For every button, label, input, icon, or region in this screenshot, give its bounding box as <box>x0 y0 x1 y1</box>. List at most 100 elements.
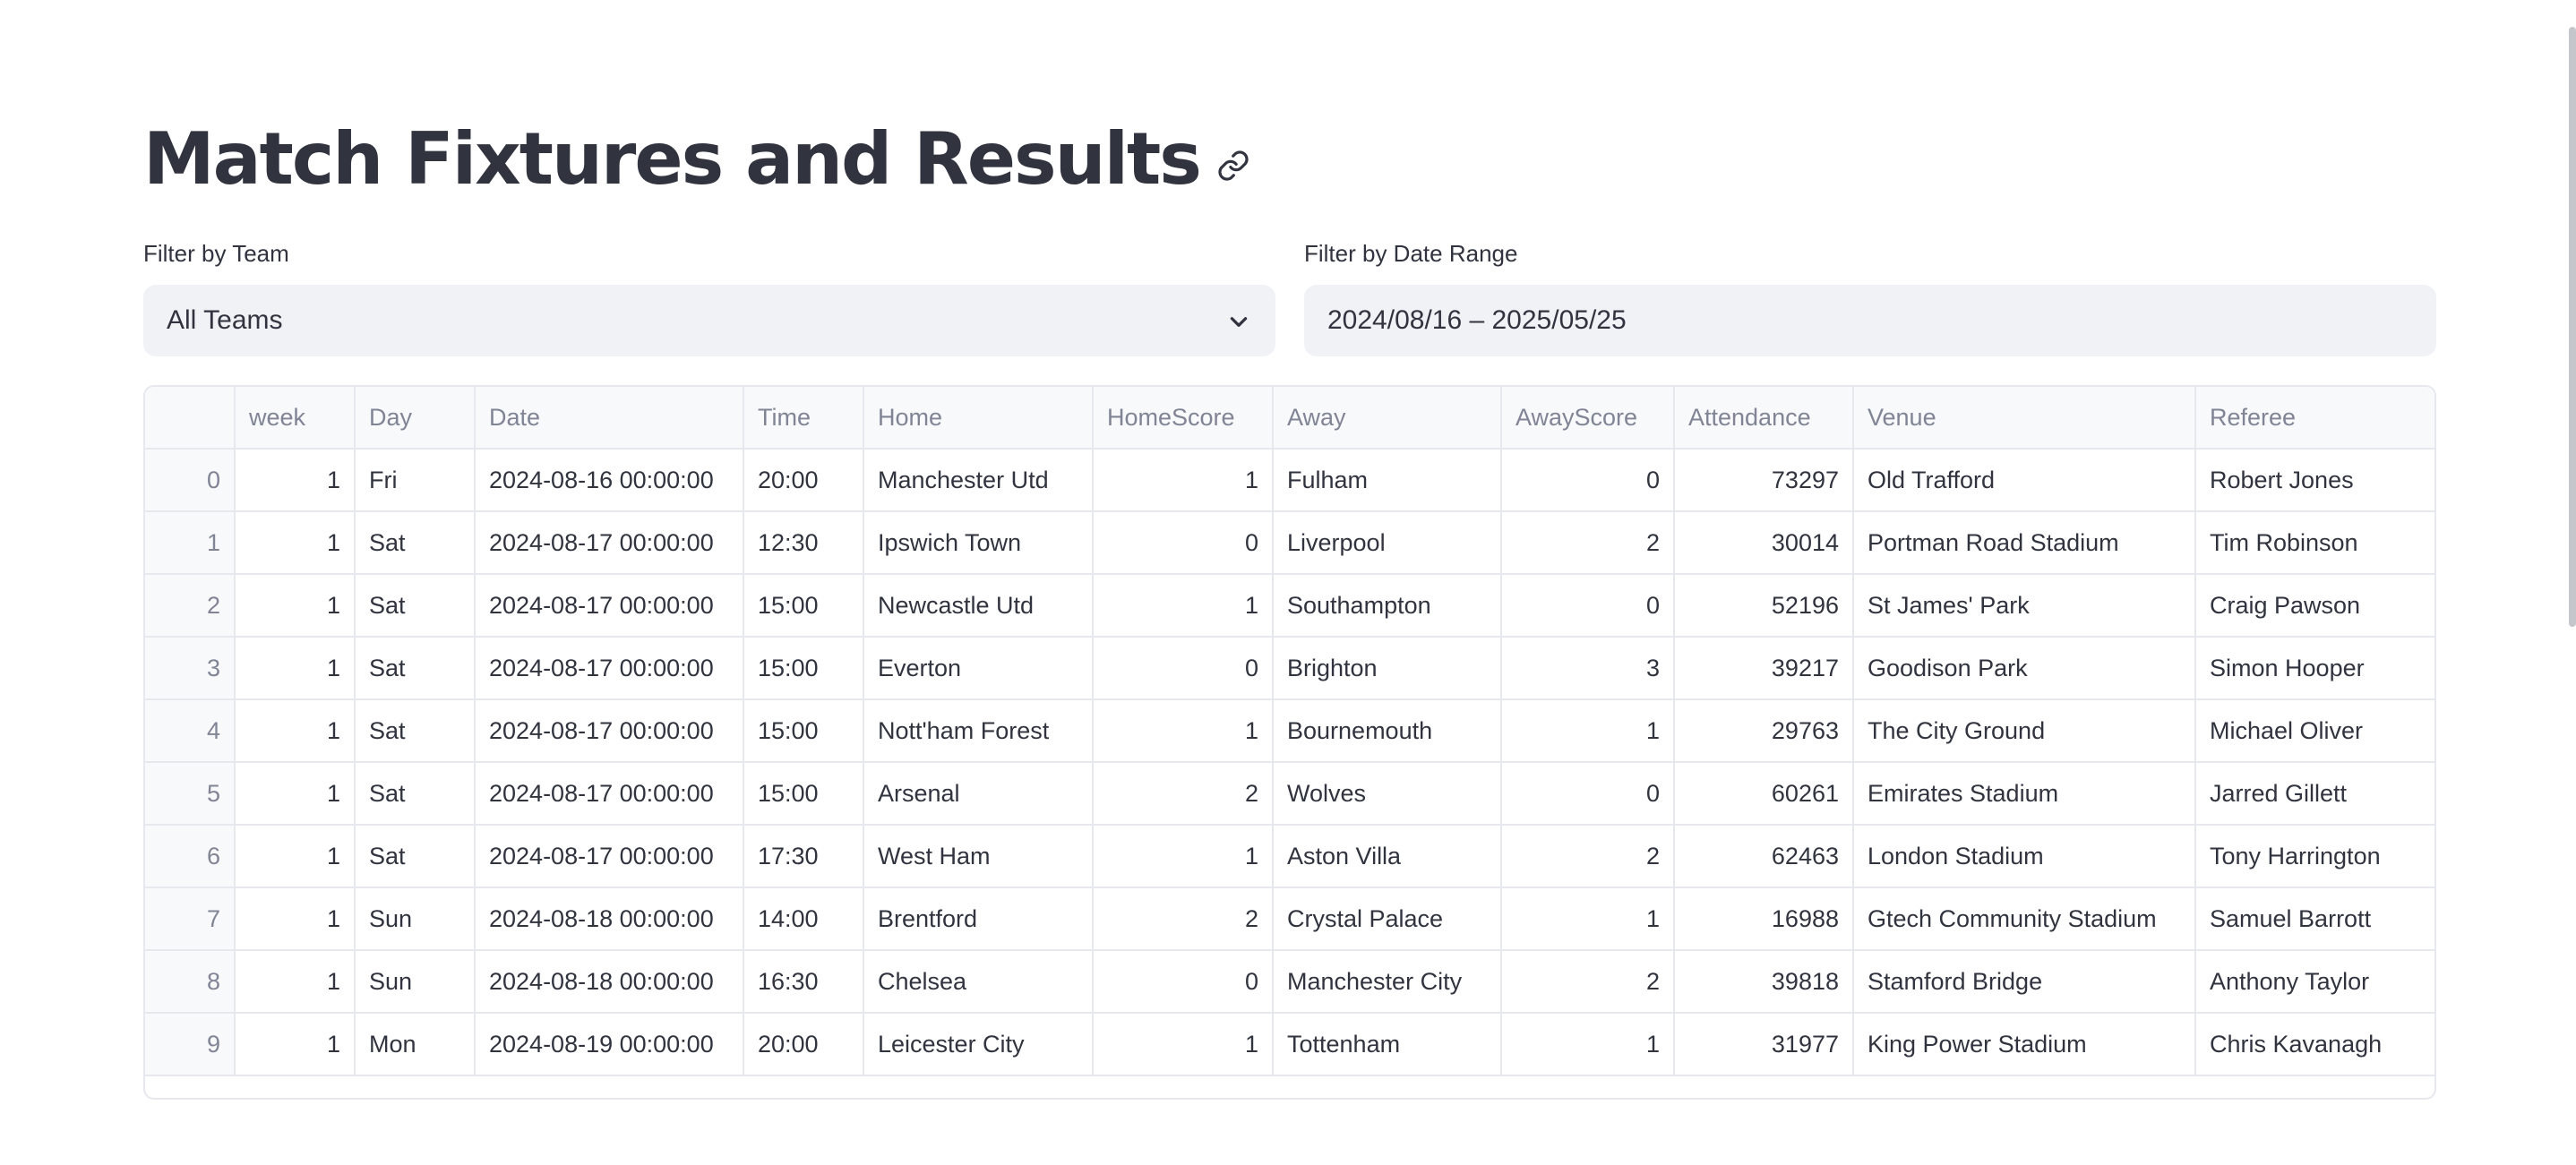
table-row[interactable]: 9 1 Mon 2024-08-19 00:00:00 20:00 Leicester C… <box>145 1013 2434 1076</box>
table-cell[interactable]: 2024-08-16 00:00:00 <box>475 449 744 512</box>
table-cell[interactable]: Old Trafford <box>1853 449 2196 512</box>
table-cell[interactable]: 20:00 <box>743 1013 864 1076</box>
table-cell[interactable]: Brighton <box>1273 637 1502 700</box>
table-cell[interactable]: Liverpool <box>1273 511 1502 575</box>
table-cell[interactable]: Brentford <box>863 887 1094 951</box>
table-cell[interactable]: 2 <box>1501 511 1675 575</box>
table-cell[interactable]: Arsenal <box>863 762 1094 826</box>
table-cell[interactable]: Jarred Gillett <box>2195 762 2434 826</box>
table-cell[interactable]: 1 <box>235 449 356 512</box>
table-cell[interactable]: Newcastle Utd <box>863 574 1094 638</box>
row-index-cell[interactable]: 6 <box>145 825 236 888</box>
table-cell[interactable]: Sat <box>355 825 476 888</box>
table-cell[interactable]: Bournemouth <box>1273 699 1502 763</box>
table-cell[interactable]: Michael Oliver <box>2195 699 2434 763</box>
table-cell[interactable]: Sat <box>355 637 476 700</box>
table-cell[interactable]: 1 <box>1093 1013 1274 1076</box>
table-cell[interactable]: 2024-08-19 00:00:00 <box>475 1013 744 1076</box>
table-cell[interactable]: Simon Hooper <box>2195 637 2434 700</box>
table-cell[interactable]: Portman Road Stadium <box>1853 511 2196 575</box>
row-index-cell[interactable]: 0 <box>145 449 236 512</box>
table-cell[interactable]: Emirates Stadium <box>1853 762 2196 826</box>
column-header[interactable]: Date <box>475 387 744 450</box>
table-cell[interactable]: Manchester City <box>1273 950 1502 1014</box>
table-row[interactable]: 8 1 Sun 2024-08-18 00:00:00 16:30 Chelsea 0 Man… <box>145 950 2434 1014</box>
table-cell[interactable]: 1 <box>1093 699 1274 763</box>
table-cell[interactable]: 1 <box>235 574 356 638</box>
table-cell[interactable]: 16988 <box>1674 887 1854 951</box>
page-scrollbar[interactable] <box>2569 27 2576 627</box>
column-header[interactable]: AwayScore <box>1501 387 1675 450</box>
table-cell[interactable]: Crystal Palace <box>1273 887 1502 951</box>
table-cell[interactable]: 1 <box>235 762 356 826</box>
table-cell[interactable]: 0 <box>1501 762 1675 826</box>
table-cell[interactable]: Samuel Barrott <box>2195 887 2434 951</box>
team-filter-select[interactable]: All Teams <box>143 285 1275 356</box>
link-icon[interactable] <box>1216 149 1250 183</box>
table-cell[interactable]: 3 <box>1501 637 1675 700</box>
column-header[interactable]: Home <box>863 387 1094 450</box>
table-cell[interactable]: Tony Harrington <box>2195 825 2434 888</box>
row-index-cell[interactable]: 7 <box>145 887 236 951</box>
table-cell[interactable]: 1 <box>235 1013 356 1076</box>
table-cell[interactable]: 1 <box>1501 1013 1675 1076</box>
table-cell[interactable]: 30014 <box>1674 511 1854 575</box>
table-cell[interactable]: Tim Robinson <box>2195 511 2434 575</box>
table-cell[interactable]: West Ham <box>863 825 1094 888</box>
table-cell[interactable]: 0 <box>1501 449 1675 512</box>
fixtures-table[interactable]: week Day Date Time Home HomeScore Away AwayScor… <box>143 385 2436 1100</box>
table-cell[interactable]: 2024-08-17 00:00:00 <box>475 699 744 763</box>
table-row[interactable]: 6 1 Sat 2024-08-17 00:00:00 17:30 West Ham 1 As… <box>145 825 2434 888</box>
column-header[interactable]: Referee <box>2195 387 2434 450</box>
table-cell[interactable]: Nott'ham Forest <box>863 699 1094 763</box>
table-cell[interactable]: Sun <box>355 950 476 1014</box>
table-row[interactable]: 3 1 Sat 2024-08-17 00:00:00 15:00 Everton 0 Bri… <box>145 637 2434 700</box>
column-header[interactable]: Day <box>355 387 476 450</box>
table-cell[interactable]: Robert Jones <box>2195 449 2434 512</box>
table-cell[interactable]: 2024-08-17 00:00:00 <box>475 825 744 888</box>
table-cell[interactable]: Aston Villa <box>1273 825 1502 888</box>
table-cell[interactable]: 1 <box>235 637 356 700</box>
table-cell[interactable]: 15:00 <box>743 637 864 700</box>
table-cell[interactable]: 2024-08-17 00:00:00 <box>475 637 744 700</box>
table-cell[interactable]: Everton <box>863 637 1094 700</box>
table-cell[interactable]: 15:00 <box>743 574 864 638</box>
table-cell[interactable]: 73297 <box>1674 449 1854 512</box>
table-cell[interactable]: Sat <box>355 574 476 638</box>
column-header[interactable]: week <box>235 387 356 450</box>
table-cell[interactable]: Goodison Park <box>1853 637 2196 700</box>
table-cell[interactable]: 14:00 <box>743 887 864 951</box>
table-cell[interactable]: 62463 <box>1674 825 1854 888</box>
table-cell[interactable]: Ipswich Town <box>863 511 1094 575</box>
table-cell[interactable]: 1 <box>1501 699 1675 763</box>
table-cell[interactable]: 15:00 <box>743 762 864 826</box>
table-cell[interactable]: 0 <box>1093 950 1274 1014</box>
table-cell[interactable]: Tottenham <box>1273 1013 1502 1076</box>
table-cell[interactable]: 1 <box>1093 574 1274 638</box>
table-cell[interactable]: 1 <box>235 511 356 575</box>
table-cell[interactable]: 17:30 <box>743 825 864 888</box>
table-cell[interactable]: 31977 <box>1674 1013 1854 1076</box>
table-cell[interactable]: Chris Kavanagh <box>2195 1013 2434 1076</box>
table-cell[interactable]: 2 <box>1093 887 1274 951</box>
table-cell[interactable]: 2 <box>1501 825 1675 888</box>
table-cell[interactable]: 39818 <box>1674 950 1854 1014</box>
table-cell[interactable]: 0 <box>1093 637 1274 700</box>
table-cell[interactable]: St James' Park <box>1853 574 2196 638</box>
table-cell[interactable]: 1 <box>1093 825 1274 888</box>
table-cell[interactable]: 15:00 <box>743 699 864 763</box>
table-cell[interactable]: Anthony Taylor <box>2195 950 2434 1014</box>
table-cell[interactable]: Stamford Bridge <box>1853 950 2196 1014</box>
table-cell[interactable]: London Stadium <box>1853 825 2196 888</box>
row-index-cell[interactable]: 8 <box>145 950 236 1014</box>
table-cell[interactable]: 52196 <box>1674 574 1854 638</box>
table-cell[interactable]: Sat <box>355 511 476 575</box>
table-cell[interactable]: 1 <box>235 825 356 888</box>
row-index-cell[interactable]: 1 <box>145 511 236 575</box>
table-cell[interactable]: Fri <box>355 449 476 512</box>
table-cell[interactable]: 1 <box>1501 887 1675 951</box>
column-header[interactable]: HomeScore <box>1093 387 1274 450</box>
table-cell[interactable]: Wolves <box>1273 762 1502 826</box>
table-cell[interactable]: 12:30 <box>743 511 864 575</box>
table-cell[interactable]: 0 <box>1501 574 1675 638</box>
